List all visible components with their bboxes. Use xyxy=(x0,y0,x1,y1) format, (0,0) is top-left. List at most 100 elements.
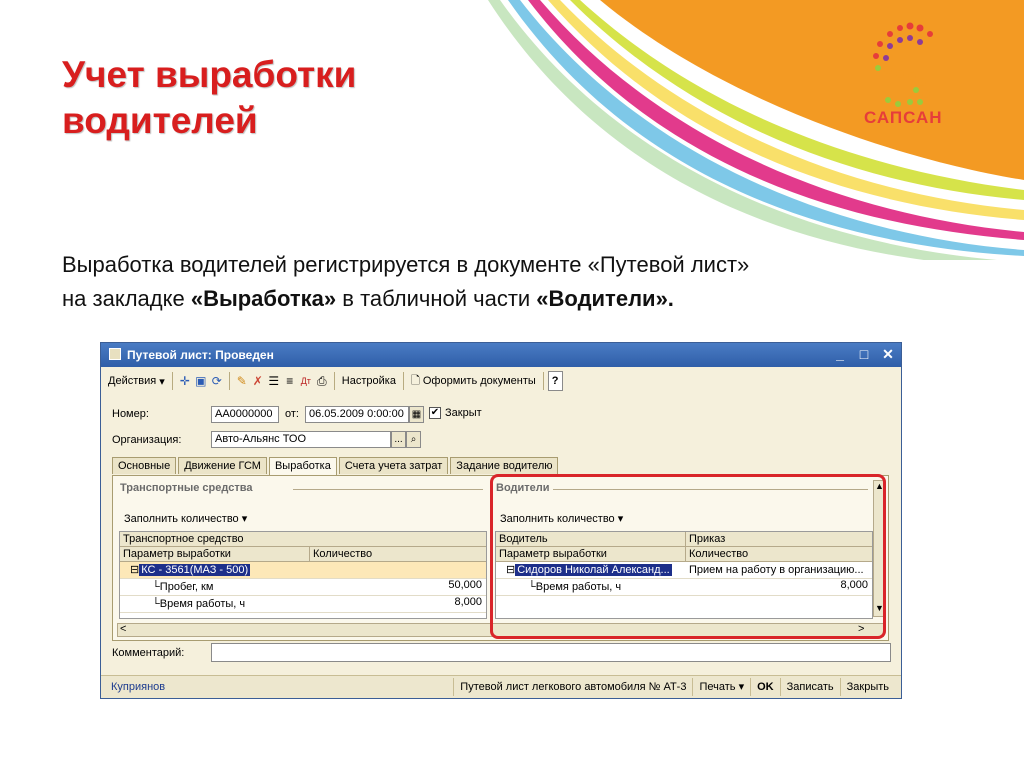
scroll-right-icon[interactable]: > xyxy=(858,623,864,635)
scroll-left-icon[interactable]: < xyxy=(120,623,126,635)
document-window: Путевой лист: Проведен _ □ ✕ Действия ▾ … xyxy=(100,342,902,699)
drivers-group-title: Водители xyxy=(496,482,550,494)
minimize-button[interactable]: _ xyxy=(833,346,847,363)
drivers-header-qty[interactable]: Количество xyxy=(686,547,872,562)
toolbar: Действия ▾ ✛ ▣ ⟳ ✎ ✗ ☰ ≡ Дт ⎙ Настройка … xyxy=(105,370,897,392)
description-bold-part: «Водители». xyxy=(536,286,674,311)
logo-text: САПСАН xyxy=(864,108,943,127)
toolbar-separator xyxy=(171,372,173,390)
description-text: на закладке xyxy=(62,286,191,311)
window-title: Путевой лист: Проведен xyxy=(127,348,274,362)
dropdown-arrow-icon: ▾ xyxy=(159,375,165,388)
actions-menu-button[interactable]: Действия ▾ xyxy=(105,371,168,391)
tree-line-icon: └ xyxy=(152,581,160,593)
driver-name: Сидоров Николай Александ... xyxy=(515,564,672,576)
comment-label: Комментарий: xyxy=(112,647,185,659)
scroll-down-icon[interactable]: ▼ xyxy=(875,603,884,613)
current-user: Куприянов xyxy=(111,681,166,693)
document-icon: 🗋 xyxy=(410,374,420,387)
drivers-header-driver[interactable]: Водитель xyxy=(496,532,686,547)
organization-field[interactable]: Авто-Альянс ТОО xyxy=(211,431,391,448)
closed-label: Закрыт xyxy=(445,407,482,419)
vehicles-header-qty[interactable]: Количество xyxy=(310,547,486,562)
actions-label: Действия xyxy=(108,375,157,387)
window-titlebar[interactable]: Путевой лист: Проведен _ □ ✕ xyxy=(101,343,901,367)
post-icon[interactable]: ✎ xyxy=(234,373,250,389)
vehicles-table: Транспортное средство Параметр выработки… xyxy=(119,531,487,619)
documents-button[interactable]: 🗋 Оформить документы xyxy=(408,371,539,391)
comment-field[interactable] xyxy=(211,643,891,662)
search-icon[interactable]: ⌕ xyxy=(406,431,421,448)
closed-checkbox[interactable]: ✔ xyxy=(429,407,441,419)
drivers-header-param[interactable]: Параметр выработки xyxy=(496,547,686,562)
dropdown-arrow-icon: ▾ xyxy=(241,513,248,525)
print-button[interactable]: Печать ▾ xyxy=(692,678,750,696)
organization-label: Организация: xyxy=(112,434,182,446)
dropdown-arrow-icon: ▾ xyxy=(738,681,745,693)
vertical-scrollbar[interactable]: ▲ ▼ xyxy=(873,480,885,617)
vehicle-name: КС - 3561(МАЗ - 500) xyxy=(139,564,251,576)
ok-button[interactable]: OK xyxy=(750,678,780,696)
collapse-icon[interactable]: ⊟ xyxy=(130,564,139,576)
scroll-up-icon[interactable]: ▲ xyxy=(875,481,884,491)
dropdown-arrow-icon: ▾ xyxy=(617,513,624,525)
param-name: Время работы, ч xyxy=(535,581,622,593)
tab-bar: Основные Движение ГСМ Выработка Счета уч… xyxy=(112,457,560,475)
vehicles-fill-label: Заполнить количество xyxy=(124,513,239,525)
help-button[interactable]: ? xyxy=(547,371,563,391)
print-label: Печать xyxy=(699,681,736,693)
print-form-button[interactable]: Путевой лист легкового автомобиля № АТ-3 xyxy=(453,678,692,696)
param-name: Время работы, ч xyxy=(159,598,246,610)
toolbar-separator xyxy=(333,372,335,390)
description-text: в табличной части xyxy=(336,286,537,311)
param-qty: 8,000 xyxy=(840,579,868,591)
toolbar-separator xyxy=(228,372,230,390)
horizontal-scrollbar[interactable]: < > xyxy=(117,623,884,637)
tab-cost-accounts[interactable]: Счета учета затрат xyxy=(338,457,449,474)
date-label: от: xyxy=(285,408,299,420)
table-row[interactable]: ⊟ Сидоров Николай Александ... xyxy=(496,562,686,579)
refresh-icon[interactable]: ⟳ xyxy=(209,373,225,389)
vehicles-header-vehicle[interactable]: Транспортное средство xyxy=(120,532,486,547)
list-icon[interactable]: ≡ xyxy=(282,373,298,389)
vehicles-header-param[interactable]: Параметр выработки xyxy=(120,547,310,562)
tab-output[interactable]: Выработка xyxy=(268,457,337,475)
vehicles-fill-button[interactable]: Заполнить количество ▾ xyxy=(124,512,247,525)
driver-order[interactable]: Прием на работу в организацию... xyxy=(686,562,872,579)
save-button[interactable]: Записать xyxy=(779,678,840,696)
dt-kt-icon[interactable]: Дт xyxy=(298,373,314,389)
tree-line-icon: └ xyxy=(152,598,160,610)
title-line-2: водителей xyxy=(62,100,258,141)
maximize-button[interactable]: □ xyxy=(857,346,871,363)
status-bar: Куприянов Путевой лист легкового автомоб… xyxy=(101,675,901,698)
drivers-fill-button[interactable]: Заполнить количество ▾ xyxy=(500,512,623,525)
close-button[interactable]: ✕ xyxy=(881,346,895,363)
tab-fuel-movement[interactable]: Движение ГСМ xyxy=(178,457,267,474)
drivers-fill-label: Заполнить количество xyxy=(500,513,615,525)
select-button[interactable]: ... xyxy=(391,431,406,448)
settings-button[interactable]: Настройка xyxy=(339,371,399,391)
copy-icon[interactable]: ▣ xyxy=(193,373,209,389)
tab-main[interactable]: Основные xyxy=(112,457,177,474)
date-field[interactable]: 06.05.2009 0:00:00 xyxy=(305,406,409,423)
vehicles-group-title: Транспортные средства xyxy=(120,482,253,494)
print-icon[interactable]: ⎙ xyxy=(314,373,330,389)
param-qty: 8,000 xyxy=(454,596,482,608)
table-row[interactable]: ⊟ КС - 3561(МАЗ - 500) xyxy=(120,562,486,579)
tab-driver-task[interactable]: Задание водителю xyxy=(450,457,559,474)
description-bold-tab: «Выработка» xyxy=(190,286,337,311)
collapse-icon[interactable]: ⊟ xyxy=(506,564,515,576)
unpost-icon[interactable]: ✗ xyxy=(250,373,266,389)
param-qty: 50,000 xyxy=(448,579,482,591)
toolbar-separator xyxy=(402,372,404,390)
calendar-icon[interactable]: ▦ xyxy=(409,406,424,423)
group-divider xyxy=(553,489,868,490)
close-window-button[interactable]: Закрыть xyxy=(839,678,895,696)
number-label: Номер: xyxy=(112,408,149,420)
structure-icon[interactable]: ☰ xyxy=(266,373,282,389)
group-divider xyxy=(293,489,483,490)
number-field[interactable]: АА0000000 xyxy=(211,406,279,423)
description-line-1: Выработка водителей регистрируется в док… xyxy=(62,252,750,277)
move-icon[interactable]: ✛ xyxy=(177,373,193,389)
drivers-header-order[interactable]: Приказ xyxy=(686,532,872,547)
